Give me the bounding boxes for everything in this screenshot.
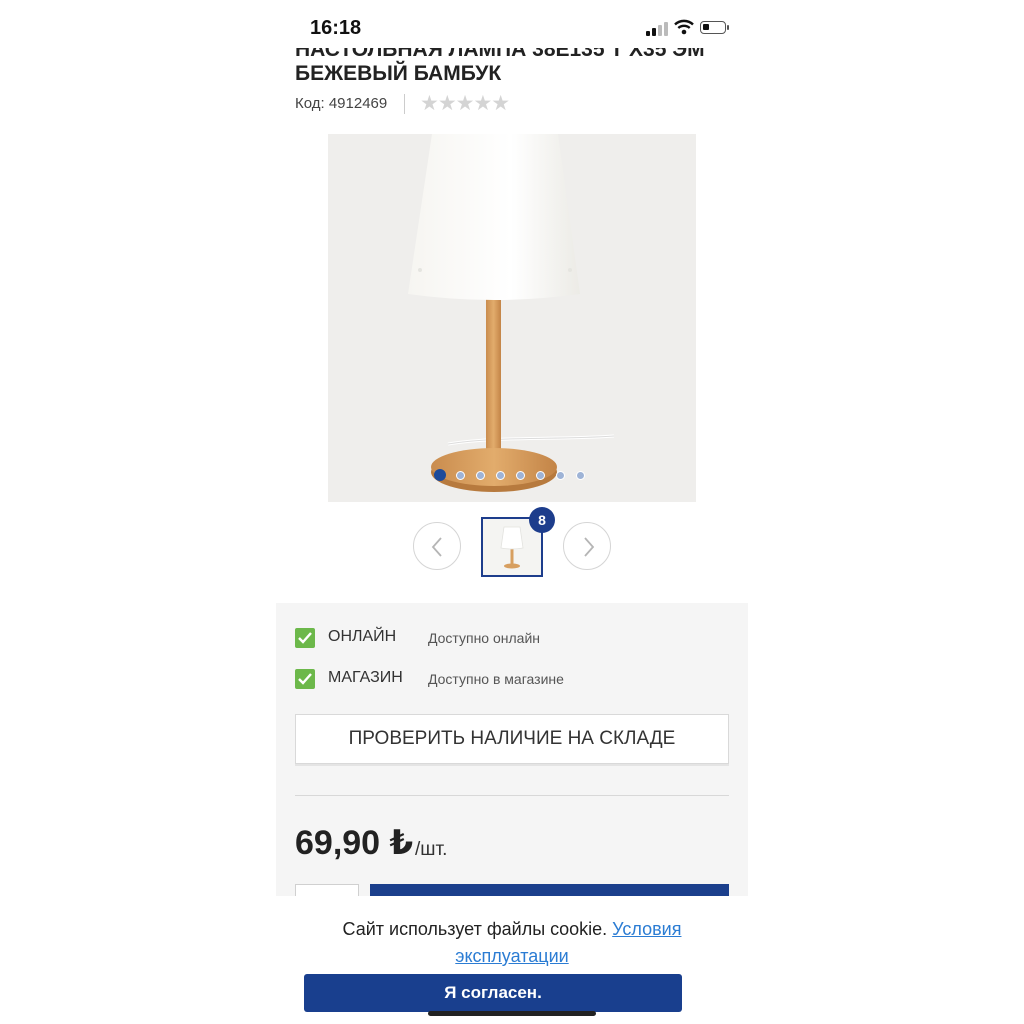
prev-image-button[interactable] (413, 522, 461, 570)
cookie-text: Сайт использует файлы cookie. Условия эк… (276, 916, 748, 970)
gallery-dot[interactable] (516, 471, 525, 480)
table-lamp-image (408, 134, 615, 492)
gallery-dot[interactable] (576, 471, 585, 480)
gallery-dot[interactable] (496, 471, 505, 480)
gallery-dot[interactable] (476, 471, 485, 480)
gallery-dot[interactable] (536, 471, 545, 480)
gallery-dot[interactable] (556, 471, 565, 480)
availability-description: Доступно онлайн (428, 630, 541, 646)
accept-cookies-button[interactable]: Я согласен. (304, 974, 682, 1012)
availability-label: ОНЛАЙН (328, 628, 397, 645)
product-price: 69,90 ₺ (295, 824, 414, 862)
check-stock-button[interactable]: ПРОВЕРИТЬ НАЛИЧИЕ НА СКЛАДЕ (295, 714, 729, 764)
cookie-banner: Сайт использует файлы cookie. Условия эк… (276, 896, 748, 1024)
product-code: Код: 4912469 (295, 95, 388, 112)
checkmark-icon (295, 669, 315, 689)
battery-icon (700, 21, 729, 34)
availability-description: Доступно в магазине (428, 671, 564, 687)
cookie-message: Сайт использует файлы cookie. (342, 919, 613, 939)
status-time: 16:18 (310, 17, 362, 39)
rating-stars[interactable]: ★★★★★ (420, 91, 510, 116)
wifi-icon (674, 19, 694, 37)
status-bar: 16:18 (276, 0, 748, 48)
chevron-left-icon (431, 537, 442, 557)
checkmark-icon (295, 628, 315, 648)
divider (404, 94, 405, 114)
gallery-dot[interactable] (434, 469, 446, 481)
price-unit: /шт. (415, 839, 448, 860)
gallery-dot[interactable] (456, 471, 465, 480)
home-indicator (428, 1011, 596, 1016)
product-image[interactable] (328, 134, 696, 502)
image-count-badge: 8 (529, 507, 555, 533)
terms-link[interactable]: эксплуатации (455, 946, 568, 966)
product-title: БЕЖЕВЫЙ БАМБУК (295, 62, 502, 85)
next-image-button[interactable] (563, 522, 611, 570)
terms-link[interactable]: Условия (612, 919, 681, 939)
mobile-screen: 16:18 НАСТОЛЬНАЯ ЛАМПА 38Е135 Т Х35 ЭМ Б… (276, 0, 748, 1024)
divider (295, 795, 729, 796)
availability-label: МАГАЗИН (328, 669, 403, 686)
availability-panel: ОНЛАЙН Доступно онлайн МАГАЗИН Доступно … (276, 603, 748, 923)
chevron-right-icon (584, 537, 595, 557)
signal-icon (646, 22, 668, 36)
